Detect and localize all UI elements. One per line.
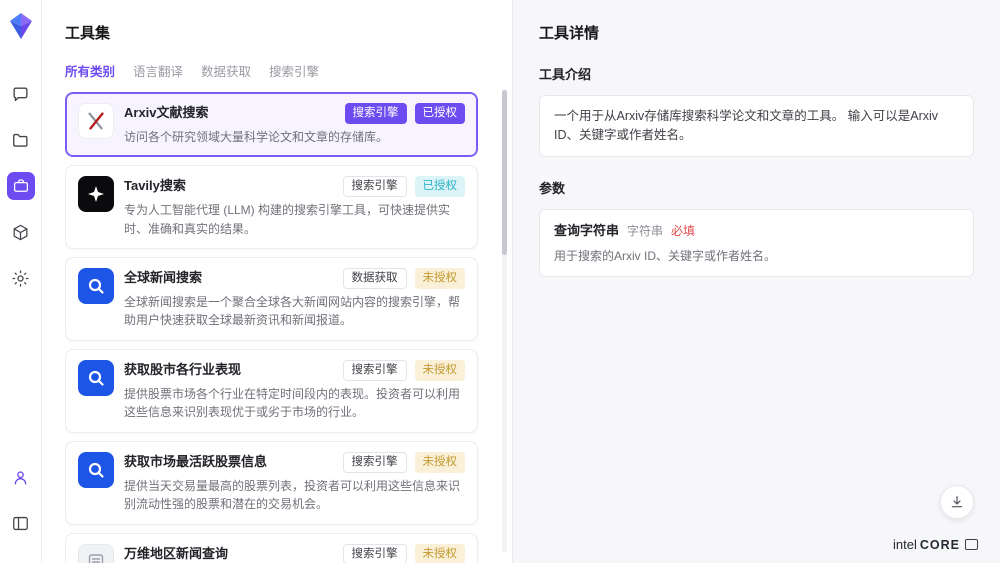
tool-card-header: Tavily搜索 搜索引擎 已授权 [124,176,465,197]
tool-name: 全球新闻搜索 [124,268,202,288]
search-service-logo-icon [86,276,106,296]
nav-user-icon[interactable] [7,463,35,491]
auth-status-badge: 已授权 [415,103,466,124]
tool-description: 访问各个研究领域大量科学论文和文章的存储库。 [124,128,465,147]
tool-icon [78,268,114,304]
app-logo-icon [8,12,34,40]
tool-card[interactable]: 万维地区新闻查询 搜索引擎 未授权 查询具体行政区划内的新闻，快速了解各地新闻动… [65,533,478,563]
tool-icon [78,103,114,139]
tool-name: 万维地区新闻查询 [124,544,228,563]
auth-status-badge: 已授权 [415,176,466,197]
search-service-logo-icon [86,368,106,388]
download-icon [949,494,965,510]
tool-badges: 搜索引擎 未授权 [335,544,466,563]
tab-all-categories[interactable]: 所有类别 [65,61,115,80]
tool-name: 获取市场最活跃股票信息 [124,452,267,472]
tool-card-body: 全球新闻搜索 数据获取 未授权 全球新闻搜索是一个聚合全球各大新闻网站内容的搜索… [124,268,465,330]
tool-detail-panel: 工具详情 工具介绍 一个用于从Arxiv存储库搜索科学论文和文章的工具。 输入可… [512,0,1000,563]
param-name: 查询字符串 [554,221,619,241]
arxiv-logo-icon [85,110,107,132]
tool-badges: 数据获取 未授权 [335,268,466,289]
tool-card-body: 获取股市各行业表现 搜索引擎 未授权 提供股票市场各个行业在特定时间段内的表现。… [124,360,465,422]
download-button[interactable] [940,485,974,519]
tool-card[interactable]: 全球新闻搜索 数据获取 未授权 全球新闻搜索是一个聚合全球各大新闻网站内容的搜索… [65,257,478,341]
tool-name: Tavily搜索 [124,176,186,196]
detail-title: 工具详情 [539,22,974,43]
tool-description: 提供股票市场各个行业在特定时间段内的表现。投资者可以利用这些信息来识别表现优于或… [124,385,465,422]
app-window: 工具集 所有类别 语言翻译 数据获取 搜索引擎 Arxiv文献搜索 搜索引擎 已… [0,0,1000,563]
category-badge: 搜索引擎 [343,544,407,563]
tab-search-engine[interactable]: 搜索引擎 [269,61,319,80]
tool-card-body: 万维地区新闻查询 搜索引擎 未授权 查询具体行政区划内的新闻，快速了解各地新闻动… [124,544,465,563]
scrollbar[interactable] [502,90,507,553]
news-document-icon [86,552,106,563]
intel-wordmark: intel [893,537,917,552]
tool-card-header: 万维地区新闻查询 搜索引擎 未授权 [124,544,465,563]
tool-card-header: Arxiv文献搜索 搜索引擎 已授权 [124,103,465,124]
category-badge: 搜索引擎 [343,452,407,473]
core-wordmark: CORE [920,538,960,552]
tool-icon [78,176,114,212]
scrollbar-thumb[interactable] [502,90,507,255]
nav-folder-icon[interactable] [7,126,35,154]
param-header: 查询字符串 字符串 必填 [554,221,959,241]
auth-status-badge: 未授权 [415,360,466,381]
tool-card-header: 获取市场最活跃股票信息 搜索引擎 未授权 [124,452,465,473]
tool-card-header: 获取股市各行业表现 搜索引擎 未授权 [124,360,465,381]
param-description: 用于搜索的Arxiv ID、关键字或作者姓名。 [554,247,959,265]
tavily-logo-icon [86,184,106,204]
intro-section-title: 工具介绍 [539,64,974,83]
tool-card[interactable]: Arxiv文献搜索 搜索引擎 已授权 访问各个研究领域大量科学论文和文章的存储库… [65,92,478,157]
sidebar [0,0,42,563]
auth-status-badge: 未授权 [415,452,466,473]
nav-settings-icon[interactable] [7,264,35,292]
tool-card[interactable]: 获取市场最活跃股票信息 搜索引擎 未授权 提供当天交易量最高的股票列表，投资者可… [65,441,478,525]
tool-badges: 搜索引擎 未授权 [335,360,466,381]
tool-name: 获取股市各行业表现 [124,360,241,380]
intel-chip-badge-icon [965,539,978,550]
tool-description: 提供当天交易量最高的股票列表，投资者可以利用这些信息来识别流动性强的股票和潜在的… [124,477,465,514]
category-badge: 数据获取 [343,268,407,289]
tool-card-header: 全球新闻搜索 数据获取 未授权 [124,268,465,289]
tool-name: Arxiv文献搜索 [124,103,209,123]
category-badge: 搜索引擎 [345,103,407,124]
params-section-title: 参数 [539,178,974,197]
intro-text: 一个用于从Arxiv存储库搜索科学论文和文章的工具。 输入可以是Arxiv ID… [554,109,938,142]
tool-card[interactable]: Tavily搜索 搜索引擎 已授权 专为人工智能代理 (LLM) 构建的搜索引擎… [65,165,478,249]
tool-icon [78,452,114,488]
tool-card-body: Arxiv文献搜索 搜索引擎 已授权 访问各个研究领域大量科学论文和文章的存储库… [124,103,465,146]
category-badge: 搜索引擎 [343,360,407,381]
param-box: 查询字符串 字符串 必填 用于搜索的Arxiv ID、关键字或作者姓名。 [539,209,974,278]
page-title: 工具集 [65,22,512,43]
tool-card-body: 获取市场最活跃股票信息 搜索引擎 未授权 提供当天交易量最高的股票列表，投资者可… [124,452,465,514]
intro-box: 一个用于从Arxiv存储库搜索科学论文和文章的工具。 输入可以是Arxiv ID… [539,95,974,157]
category-tabs: 所有类别 语言翻译 数据获取 搜索引擎 [65,61,512,80]
tool-list-panel: 工具集 所有类别 语言翻译 数据获取 搜索引擎 Arxiv文献搜索 搜索引擎 已… [42,0,512,563]
nav-toolbox-icon[interactable] [7,172,35,200]
tool-card[interactable]: 获取股市各行业表现 搜索引擎 未授权 提供股票市场各个行业在特定时间段内的表现。… [65,349,478,433]
category-badge: 搜索引擎 [343,176,407,197]
tool-list: Arxiv文献搜索 搜索引擎 已授权 访问各个研究领域大量科学论文和文章的存储库… [65,92,512,563]
nav-package-icon[interactable] [7,218,35,246]
tool-badges: 搜索引擎 已授权 [335,176,466,197]
auth-status-badge: 未授权 [415,544,466,563]
tool-badges: 搜索引擎 未授权 [335,452,466,473]
search-service-logo-icon [86,460,106,480]
tab-language-translation[interactable]: 语言翻译 [133,61,183,80]
param-type: 字符串 [627,222,663,240]
auth-status-badge: 未授权 [415,268,466,289]
nav-chat-icon[interactable] [7,80,35,108]
nav-panel-toggle-icon[interactable] [7,509,35,537]
intel-core-logo: intel CORE [893,537,978,552]
tool-icon [78,360,114,396]
param-required-badge: 必填 [671,222,695,240]
tool-card-body: Tavily搜索 搜索引擎 已授权 专为人工智能代理 (LLM) 构建的搜索引擎… [124,176,465,238]
tool-description: 专为人工智能代理 (LLM) 构建的搜索引擎工具，可快速提供实时、准确和真实的结… [124,201,465,238]
tab-data-fetch[interactable]: 数据获取 [201,61,251,80]
tool-description: 全球新闻搜索是一个聚合全球各大新闻网站内容的搜索引擎，帮助用户快速获取全球最新资… [124,293,465,330]
tool-badges: 搜索引擎 已授权 [337,103,466,124]
tool-icon [78,544,114,563]
